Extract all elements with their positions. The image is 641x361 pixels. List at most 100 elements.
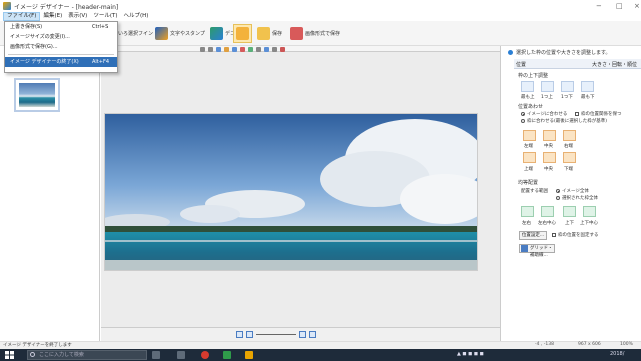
tab-position[interactable]: 位置: [516, 61, 526, 68]
undo-icon[interactable]: [200, 47, 205, 52]
align-top-button[interactable]: [523, 152, 536, 163]
align-bottom-label: 下端: [564, 167, 573, 172]
zoom-level: 100%: [620, 342, 633, 347]
menu-item-save-label: 上書き保存(S): [10, 24, 43, 30]
rotate-icon[interactable]: [232, 47, 237, 52]
minimize-button[interactable]: −: [596, 2, 602, 10]
align-middle-button[interactable]: [543, 152, 556, 163]
distribute-horizontal-label: 左右: [522, 221, 531, 226]
range-image-radio[interactable]: [556, 189, 560, 193]
send-backward-label: 1つ下: [561, 95, 573, 100]
distribute-vertical-button[interactable]: [563, 206, 576, 217]
toolbar-save[interactable]: 保存: [257, 24, 282, 43]
windows-start-icon[interactable]: [5, 351, 14, 359]
position-settings-button[interactable]: 位置設定...: [519, 231, 547, 240]
menu-item-save-shortcut: Ctrl+S: [92, 24, 109, 30]
bring-forward-button[interactable]: [541, 81, 554, 92]
menu-item-save[interactable]: 上書き保存(S) Ctrl+S: [5, 22, 117, 32]
thumbnail-image: [19, 83, 55, 107]
layout-icon: [236, 27, 249, 40]
menu-item-exit-shortcut: Alt+F4: [92, 59, 110, 65]
image-designer-taskbar-icon[interactable]: [245, 351, 253, 359]
align-bottom-button[interactable]: [563, 152, 576, 163]
toolbar-export[interactable]: 画像形式で保存: [290, 24, 340, 43]
zoom-icon[interactable]: [264, 47, 269, 52]
send-backward-button[interactable]: [561, 81, 574, 92]
fix-position-checkbox[interactable]: [552, 233, 556, 237]
align-frame-radio[interactable]: [521, 119, 525, 123]
distribute-vertical-label: 上下: [565, 221, 574, 226]
align-frame-label: 枠に合わせる(最後に選択した枠が基準): [527, 119, 608, 124]
align-left-button[interactable]: [523, 130, 536, 141]
menu-file[interactable]: ファイル(F): [3, 12, 41, 21]
zoom-out-icon[interactable]: [246, 330, 253, 338]
align-image-label: イメージに合わせる: [527, 112, 568, 117]
panel-header: 選択した枠の位置や大きさを調整します。: [508, 47, 641, 57]
delete-icon[interactable]: [240, 47, 245, 52]
text-A-icon: [155, 27, 168, 40]
close-button[interactable]: ×: [634, 2, 640, 10]
menu-item-save-as-image[interactable]: 画像形式で保存(G)...: [5, 42, 117, 52]
tray-icons[interactable]: ▲ ◼ ◼ ◼ ◼: [457, 351, 484, 357]
keep-relation-checkbox[interactable]: [575, 112, 579, 116]
search-icon: [30, 352, 35, 357]
frame-updown-heading: 枠の上下調整: [518, 73, 549, 79]
send-back-button[interactable]: [581, 81, 594, 92]
distribute-hcenter-button[interactable]: [541, 206, 554, 217]
toolbar-layout[interactable]: [233, 24, 252, 43]
distribute-range-label: 配置する範囲: [521, 189, 548, 194]
taskbar-search-placeholder: ここに入力して検索: [39, 352, 84, 358]
distribute-vcenter-button[interactable]: [583, 206, 596, 217]
toolbar-deco[interactable]: デコ: [210, 24, 235, 43]
canvas-photo[interactable]: [104, 113, 478, 271]
excel-icon[interactable]: [223, 351, 231, 359]
align-top-label: 上端: [524, 167, 533, 172]
menu-item-resize[interactable]: イメージサイズの変更(I)...: [5, 32, 117, 42]
mic-icon[interactable]: [152, 351, 160, 359]
toolbar-text[interactable]: 文字やスタンプ: [155, 24, 205, 43]
align-right-button[interactable]: [563, 130, 576, 141]
copy-icon[interactable]: [248, 47, 253, 52]
info-icon: [508, 49, 513, 55]
crop-icon[interactable]: [224, 47, 229, 52]
fit-page-icon[interactable]: [236, 330, 243, 338]
menu-help[interactable]: ヘルプ(H): [120, 12, 151, 21]
app-icon: [3, 2, 11, 10]
menu-tools[interactable]: ツール(T): [90, 12, 120, 21]
menu-item-exit[interactable]: イメージ デザイナーの終了(X) Alt+F4: [5, 57, 117, 67]
bring-front-label: 最も上: [521, 95, 535, 100]
maximize-button[interactable]: □: [616, 2, 623, 10]
range-image-label: イメージ全体: [562, 189, 589, 194]
align-left-label: 左端: [524, 144, 533, 149]
zoom-slider[interactable]: [256, 333, 296, 335]
bring-forward-label: 1つ上: [541, 95, 553, 100]
distribute-horizontal-button[interactable]: [521, 206, 534, 217]
distribute-vcenter-label: 上下中心: [580, 221, 598, 226]
paste-icon[interactable]: [256, 47, 261, 52]
menu-bar: ファイル(F) 編集(E) 表示(V) ツール(T) ヘルプ(H): [0, 12, 641, 21]
record-icon[interactable]: [280, 47, 285, 52]
toolbar-color[interactable]: いろ選択フイン: [118, 24, 153, 43]
thumbnail[interactable]: [14, 78, 60, 112]
toolbar-export-label: 画像形式で保存: [305, 31, 341, 37]
align-image-radio[interactable]: [521, 112, 525, 116]
zoom-controls: [236, 329, 316, 339]
select-icon[interactable]: [216, 47, 221, 52]
status-text: イメージ デザイナーを終了します: [3, 343, 72, 348]
bring-front-button[interactable]: [521, 81, 534, 92]
grid-icon[interactable]: [272, 47, 277, 52]
toolbar-text-label: 文字やスタンプ: [170, 31, 205, 37]
redo-icon[interactable]: [208, 47, 213, 52]
menu-view[interactable]: 表示(V): [65, 12, 90, 21]
actual-size-icon[interactable]: [309, 330, 316, 338]
menu-edit[interactable]: 編集(E): [40, 12, 65, 21]
chrome-icon[interactable]: [201, 351, 209, 359]
range-frames-radio[interactable]: [556, 196, 560, 200]
align-middle-label: 中央: [544, 167, 553, 172]
align-heading: 位置あわせ: [518, 104, 544, 110]
task-view-icon[interactable]: [177, 351, 185, 359]
tab-size-rotate[interactable]: 大きさ・回転・順位: [592, 61, 637, 68]
align-center-button[interactable]: [543, 130, 556, 141]
stamp-icon: [210, 27, 223, 40]
zoom-in-icon[interactable]: [299, 330, 306, 338]
